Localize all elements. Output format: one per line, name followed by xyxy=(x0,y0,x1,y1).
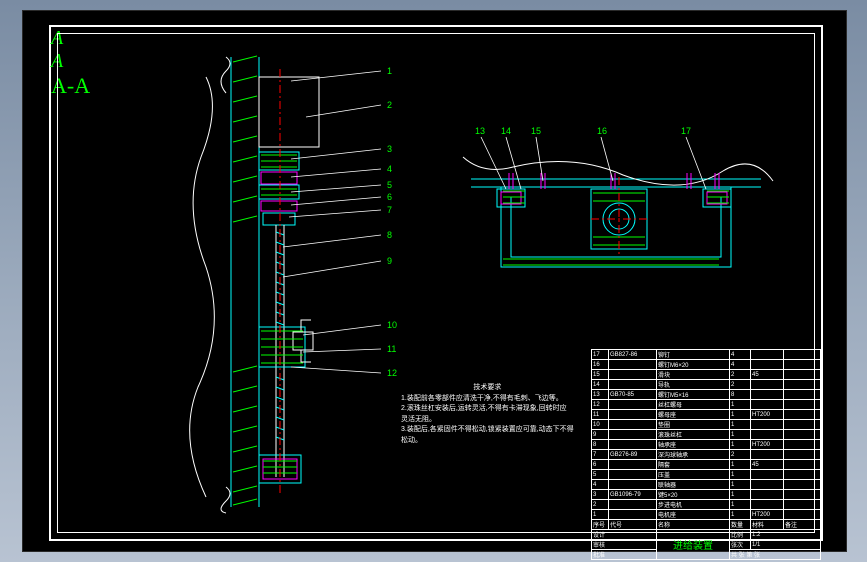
bom-row: 14导轨2 xyxy=(592,380,821,390)
bom-row: 8轴承座1HT200 xyxy=(592,440,821,450)
bom-row: 17GB827-86铆钉4 xyxy=(592,350,821,360)
callout-2: 2 xyxy=(387,101,392,110)
callout-9: 9 xyxy=(387,257,392,266)
callout-3: 3 xyxy=(387,145,392,154)
callout-8: 8 xyxy=(387,231,392,240)
callout-5: 5 xyxy=(387,181,392,190)
bom-row: 11螺母座1HT200 xyxy=(592,410,821,420)
callout-11: 11 xyxy=(387,345,396,354)
callout-4: 4 xyxy=(387,165,392,174)
callout-7: 7 xyxy=(387,206,392,215)
bom-row: 13GB70-85螺钉M5×168 xyxy=(592,390,821,400)
bom-row: 15滑块245 xyxy=(592,370,821,380)
notes-block: 技术要求 1.装配前各零部件应清洗干净,不得有毛刺、飞边等。 2.滚珠丝杠安装后… xyxy=(401,383,574,446)
bom-row: 3GB1096-79键5×201 xyxy=(592,490,821,500)
callout-1: 1 xyxy=(387,67,392,76)
notes-line3b: 松动。 xyxy=(401,436,574,447)
bom-header-row: 序号 代号 名称 数量 材料 备注 xyxy=(592,520,821,530)
bom-table: 17GB827-86铆钉416螺钉M6×20415滑块24514导轨213GB7… xyxy=(591,349,821,560)
bom-row: 4联轴器1 xyxy=(592,480,821,490)
notes-line2: 2.滚珠丝杠安装后,运转灵活,不得有卡滞现象,回转时应 xyxy=(401,404,574,415)
callout-6: 6 xyxy=(387,193,392,202)
bom-row: 16螺钉M6×204 xyxy=(592,360,821,370)
bom-row: 6隔套145 xyxy=(592,460,821,470)
callout-14: 14 xyxy=(501,127,511,136)
section-view xyxy=(451,117,781,317)
notes-line1: 1.装配前各零部件应清洗干净,不得有毛刺、飞边等。 xyxy=(401,394,574,405)
bom-row: 12丝杠螺母1 xyxy=(592,400,821,410)
notes-line3: 3.装配后,各紧固件不得松动,锁紧装置应可靠,动态下不得 xyxy=(401,425,574,436)
bom-row: 9滚珠丝杠1 xyxy=(592,430,821,440)
callout-12: 12 xyxy=(387,369,397,378)
bom-row: 2步进电机1 xyxy=(592,500,821,510)
drawing-frame: 1 2 3 4 5 6 7 8 9 10 11 12 A A xyxy=(49,25,823,541)
callout-10: 10 xyxy=(387,321,397,330)
notes-line2b: 灵活无阻。 xyxy=(401,415,574,426)
bom-row: 7GB276-89深沟球轴承2 xyxy=(592,450,821,460)
bom-row: 10垫圈1 xyxy=(592,420,821,430)
callout-15: 15 xyxy=(531,127,541,136)
bom-row: 5压盖1 xyxy=(592,470,821,480)
callout-17: 17 xyxy=(681,127,691,136)
main-view xyxy=(131,47,411,517)
callout-16: 16 xyxy=(597,127,607,136)
title-row: 设计 进给装置 比例 1:2 xyxy=(592,530,821,540)
callout-13: 13 xyxy=(475,127,485,136)
title-block: 17GB827-86铆钉416螺钉M6×20415滑块24514导轨213GB7… xyxy=(591,349,821,539)
bom-row: 1电机座1HT200 xyxy=(592,510,821,520)
cad-viewport[interactable]: 1 2 3 4 5 6 7 8 9 10 11 12 A A xyxy=(22,10,847,552)
notes-title: 技术要求 xyxy=(401,383,574,394)
